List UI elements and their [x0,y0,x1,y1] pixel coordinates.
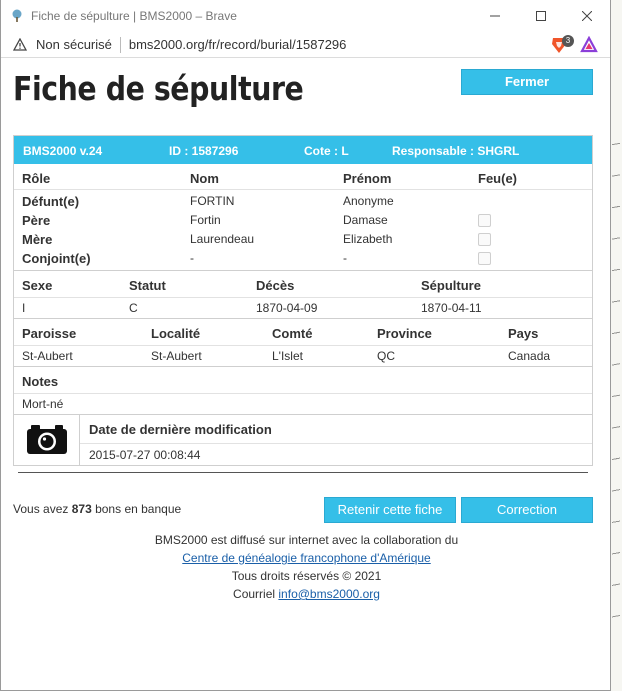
person-row-mere: Mère Laurendeau Elizabeth [14,229,592,248]
modification-divider [80,443,592,444]
warning-icon[interactable] [12,37,28,53]
page-content: Fiche de sépulture Fermer BMS2000 v.24 I… [1,59,610,690]
modification-date: 2015-07-27 00:08:44 [89,448,201,462]
people-header-row: Rôle Nom Prénom Feu(e) [14,164,592,190]
paroisse-header: Paroisse [22,326,77,341]
record-version: BMS2000 v.24 [23,144,103,158]
modification-label: Date de dernière modification [89,422,272,437]
footer-partner: Centre de généalogie francophone d'Améri… [1,551,610,565]
window-title: Fiche de sépulture | BMS2000 – Brave [31,9,237,23]
modification-section: Date de dernière modification 2015-07-27… [14,415,592,465]
minimize-button[interactable] [472,0,518,32]
bank-count: 873 [71,502,92,516]
person-row-defunt: Défunt(e) FORTIN Anonyme [14,191,592,210]
place-header-row: Paroisse Localité Comté Province Pays [14,319,592,346]
brave-rewards-icon[interactable] [580,35,598,57]
burial-record: BMS2000 v.24 ID : 1587296 Cote : L Respo… [13,135,593,466]
person-nom: Laurendeau [190,232,255,246]
shield-badge: 3 [562,35,574,47]
page-title: Fiche de sépulture [13,69,304,108]
statut-header: Statut [129,278,166,293]
record-cote: Cote : L [304,144,349,158]
notes-header: Notes [22,374,59,389]
person-prenom: - [343,251,347,265]
statut-value: C [129,301,138,315]
title-bar: Fiche de sépulture | BMS2000 – Brave [1,0,610,32]
person-prenom: Elizabeth [343,232,393,246]
person-row-conjoint: Conjoint(e) - - [14,248,592,267]
person-role: Conjoint(e) [22,251,91,266]
sexe-value: I [22,301,26,315]
person-prenom: Damase [343,213,388,227]
footer-collaboration: BMS2000 est diffusé sur internet avec la… [154,533,459,547]
record-header: BMS2000 v.24 ID : 1587296 Cote : L Respo… [14,136,592,164]
section-divider [18,472,588,473]
paroisse-value: St-Aubert [22,349,73,363]
not-secure-label[interactable]: Non sécurisé [36,37,112,52]
deces-value: 1870-04-09 [256,301,318,315]
address-separator [119,36,121,53]
pays-value: Canada [508,349,551,363]
footer-copyright: Tous droits réservés © 2021 [231,569,382,583]
place-section: Paroisse Localité Comté Province Pays St… [14,319,592,367]
person-nom: Fortin [190,213,221,227]
contact-label: Courriel [233,587,279,601]
bank-prefix: Vous avez [13,502,72,516]
bank-suffix: bons en banque [91,502,182,516]
tree-icon [9,8,25,24]
info-row: I C 1870-04-09 1870-04-11 [14,298,592,318]
person-prenom: Anonyme [343,194,394,208]
person-row-pere: Père Fortin Damase [14,210,592,229]
info-section: Sexe Statut Décès Sépulture I C 1870-04-… [14,271,592,319]
bank-balance: Vous avez 873 bons en banque [13,502,181,516]
partner-link[interactable]: Centre de généalogie francophone d'Améri… [182,551,430,565]
feu-header: Feu(e) [478,171,517,186]
notes-row: Mort-né [14,394,592,414]
notes-value: Mort-né [22,397,64,411]
person-nom: - [190,251,194,265]
correction-button[interactable]: Correction [461,497,593,523]
feu-checkbox[interactable] [478,214,491,227]
person-role: Mère [22,232,53,247]
retain-record-button[interactable]: Retenir cette fiche [324,497,456,523]
sepulture-header: Sépulture [421,278,481,293]
person-role: Père [22,213,51,228]
brave-shield-icon[interactable]: 3 [550,35,574,54]
person-nom: FORTIN [190,194,235,208]
background-handwriting [610,0,622,691]
camera-icon[interactable] [26,423,68,458]
province-value: QC [377,349,395,363]
maximize-button[interactable] [518,0,564,32]
localite-header: Localité [151,326,201,341]
address-bar: Non sécurisé bms2000.org/fr/record/buria… [1,32,610,58]
close-window-button[interactable] [564,0,610,32]
comte-header: Comté [272,326,313,341]
url-field[interactable]: bms2000.org/fr/record/burial/1587296 [129,37,347,52]
browser-window: Fiche de sépulture | BMS2000 – Brave Non… [0,0,611,691]
footer-contact: Courriel info@bms2000.org [1,587,610,601]
record-responsable: Responsable : SHGRL [392,144,520,158]
person-role: Défunt(e) [22,194,80,209]
prenom-header: Prénom [343,171,392,186]
comte-value: L'Islet [272,349,303,363]
notes-section: Notes Mort-né [14,367,592,415]
place-row: St-Aubert St-Aubert L'Islet QC Canada [14,346,592,366]
localite-value: St-Aubert [151,349,202,363]
email-link[interactable]: info@bms2000.org [278,587,380,601]
notes-header-row: Notes [14,367,592,394]
record-id: ID : 1587296 [169,144,239,158]
province-header: Province [377,326,432,341]
pays-header: Pays [508,326,539,341]
people-section: Rôle Nom Prénom Feu(e) Défunt(e) FORTIN … [14,164,592,271]
close-button[interactable]: Fermer [461,69,593,95]
camera-cell[interactable] [14,415,80,465]
deces-header: Décès [256,278,295,293]
feu-checkbox[interactable] [478,252,491,265]
nom-header: Nom [190,171,219,186]
info-header-row: Sexe Statut Décès Sépulture [14,271,592,298]
sexe-header: Sexe [22,278,53,293]
role-header: Rôle [22,171,51,186]
feu-checkbox[interactable] [478,233,491,246]
sepulture-value: 1870-04-11 [421,301,482,315]
